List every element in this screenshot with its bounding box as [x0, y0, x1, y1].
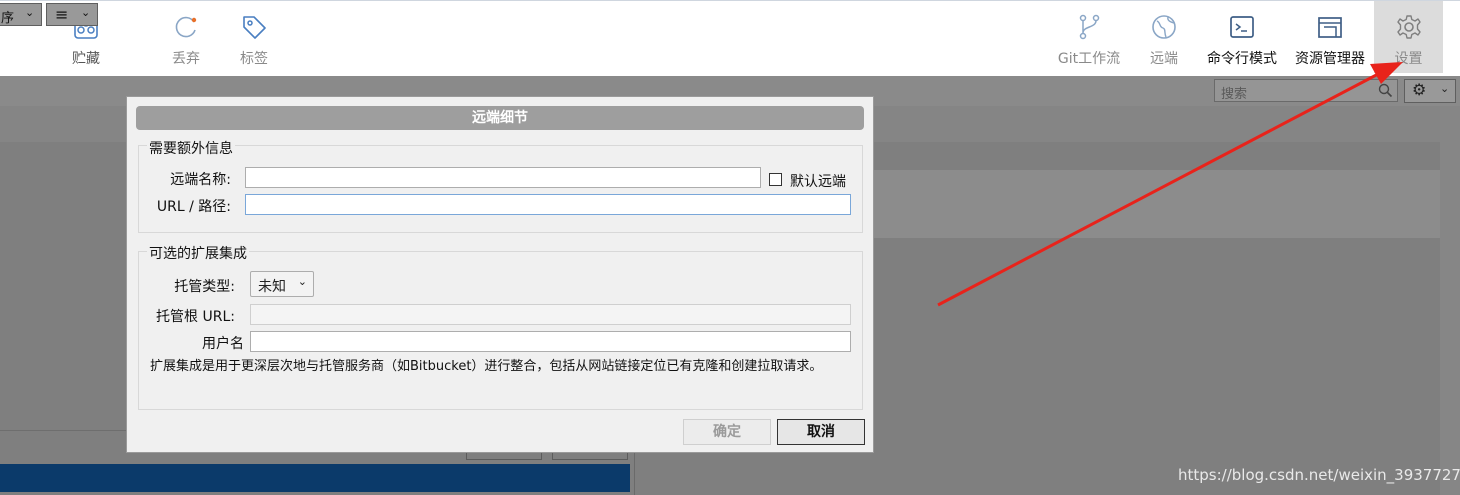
annotation-arrow — [937, 62, 1403, 307]
watermark-text: https://blog.csdn.net/weixin_39377273 — [1178, 466, 1460, 484]
